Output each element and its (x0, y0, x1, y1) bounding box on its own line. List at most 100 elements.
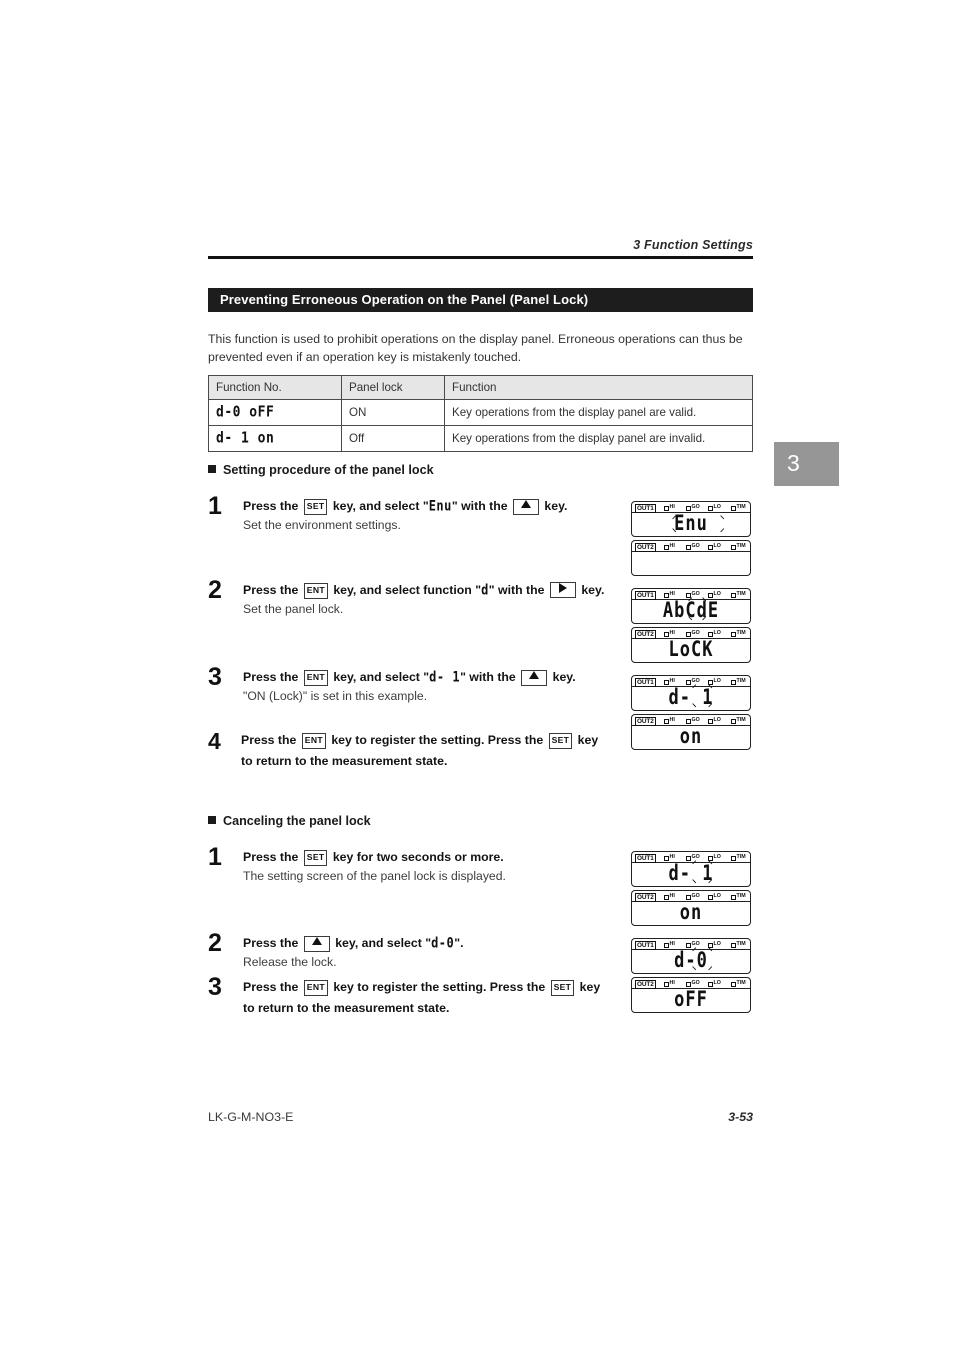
cell-function: Key operations from the display panel ar… (444, 425, 753, 452)
step-note: Set the panel lock. (243, 602, 344, 616)
indicator-lo: LO (708, 591, 721, 599)
cell-function-no: d- 1 on (208, 425, 342, 452)
right-arrow-key[interactable] (549, 582, 576, 598)
col-header-function-no: Function No. (208, 375, 342, 400)
step-text: " with the (460, 670, 516, 684)
lcd-value: oFF (674, 987, 708, 1013)
blink-mark-icon: ⸌ (720, 514, 725, 524)
out1-label: OUT1 (635, 940, 656, 950)
step-number: 1 (208, 843, 222, 871)
indicator-tim: TIM (731, 980, 746, 988)
lcd-out1: OUT1 HI GO LO TIM d- 1 ⸍ ⸌ ⸌ ⸍ (631, 851, 751, 887)
step-instruction: Press the key, and select "d-0". (243, 933, 613, 953)
col-header-function: Function (444, 375, 753, 400)
step-instruction: Press the ENT key, and select "d- 1" wit… (243, 667, 613, 687)
indicator-hi: HI (664, 504, 675, 512)
seg-value: d-0 (431, 934, 455, 952)
indicator-tim: TIM (731, 854, 746, 862)
chapter-tab-number: 3 (787, 450, 800, 476)
indicator-box-icon (731, 894, 736, 900)
lcd-out2: OUT2 HI GO LO TIM on (631, 714, 751, 750)
indicator-box-icon (686, 718, 691, 724)
indicator-hi: HI (664, 854, 675, 862)
indicator-box-icon (686, 981, 691, 987)
indicator-box-icon (686, 942, 691, 948)
blink-mark-icon: ⸌ (692, 702, 697, 711)
seg-value: d- 1 (429, 668, 461, 686)
step-text: " with the (488, 583, 545, 597)
step-text: Press the (243, 936, 299, 950)
out2-label: OUT2 (635, 629, 656, 639)
lcd-digits: on (632, 726, 750, 749)
up-arrow-key[interactable] (513, 499, 539, 515)
step-text: key to register the setting. Press the (331, 733, 544, 747)
set-key[interactable]: SET (303, 499, 328, 515)
lcd-group-4: OUT1 HI GO LO TIM d- 1 ⸍ ⸌ ⸌ ⸍ OUT2 HI G… (631, 851, 753, 929)
indicator-tim: TIM (731, 678, 746, 686)
indicator-tim: TIM (731, 630, 746, 638)
indicator-tim: TIM (731, 893, 746, 901)
blink-mark-icon: ⸌ (708, 683, 713, 693)
out1-label: OUT1 (635, 853, 656, 863)
indicator-hi: HI (664, 941, 675, 949)
out1-label: OUT1 (635, 677, 656, 687)
lcd-out1: OUT1 HI GO LO TIM Enu ⸍ ⸌ ⸌ ⸍ (631, 501, 751, 537)
running-header: 3 Function Settings (633, 238, 753, 252)
step-text: Press the (243, 980, 299, 994)
blink-mark-icon: ⸍ (692, 683, 697, 693)
lcd-value: LoCK (668, 637, 714, 663)
chapter-tab: 3 (774, 442, 839, 486)
indicator-box-icon (686, 544, 691, 550)
step-number: 3 (208, 973, 222, 1001)
set-key[interactable]: SET (548, 733, 573, 749)
out2-label: OUT2 (635, 979, 656, 989)
step-note: Release the lock. (243, 955, 337, 969)
lcd-out2: OUT2 HI GO LO TIM (631, 540, 751, 576)
subheading-canceling: Canceling the panel lock (208, 814, 371, 828)
lcd-out1: OUT1 HI GO LO TIM d-0 ⸍ ⸌ ⸌ ⸍ (631, 938, 751, 974)
indicator-box-icon (686, 894, 691, 900)
intro-paragraph: This function is used to prohibit operat… (208, 332, 743, 364)
indicator-box-icon (664, 981, 669, 987)
set-key[interactable]: SET (550, 980, 575, 996)
indicator-tim: TIM (731, 591, 746, 599)
step-instruction: Press the SET key for two seconds or mor… (243, 847, 613, 867)
indicator-hi: HI (664, 717, 675, 725)
lcd-value: d- 1 (668, 861, 714, 887)
indicator-lo: LO (708, 980, 721, 988)
lcd-digits: oFF (632, 989, 750, 1012)
indicator-box-icon (708, 981, 713, 987)
step-number: 1 (208, 492, 222, 520)
blink-mark-icon: ⸍ (692, 946, 697, 956)
step-text: key, and select " (333, 670, 430, 684)
up-arrow-key[interactable] (303, 936, 330, 952)
ent-key[interactable]: ENT (303, 980, 328, 996)
up-arrow-key[interactable] (521, 670, 548, 686)
indicator-lo: LO (708, 717, 721, 725)
seg-value: d- 1 on (216, 429, 275, 448)
cell-function-no: d-0 oFF (208, 399, 342, 426)
indicator-hi: HI (664, 543, 675, 551)
lcd-digits: LoCK (632, 639, 750, 662)
blink-mark-icon: ⸌ (702, 596, 707, 606)
ent-key[interactable]: ENT (301, 733, 326, 749)
indicator-lo: LO (708, 630, 721, 638)
set-key[interactable]: SET (303, 850, 328, 866)
ent-key[interactable]: ENT (303, 670, 328, 686)
blink-mark-icon: ⸌ (708, 859, 713, 869)
step-text: ". (454, 936, 464, 950)
indicator-box-icon (731, 544, 736, 550)
triangle-up-icon (521, 500, 531, 508)
bullet-square-icon (208, 465, 216, 473)
indicator-go: GO (686, 717, 700, 725)
ent-key[interactable]: ENT (303, 583, 328, 599)
indicator-box-icon (664, 592, 669, 598)
subheading-label: Canceling the panel lock (223, 814, 371, 828)
document-page: 3 Function Settings Preventing Erroneous… (0, 0, 954, 1351)
indicator-box-icon (664, 718, 669, 724)
lcd-value: on (679, 900, 703, 926)
footer-page-number: 3-53 (728, 1110, 753, 1124)
out2-label: OUT2 (635, 542, 656, 552)
out1-label: OUT1 (635, 503, 656, 513)
lcd-digits: d- 1 (632, 863, 750, 886)
